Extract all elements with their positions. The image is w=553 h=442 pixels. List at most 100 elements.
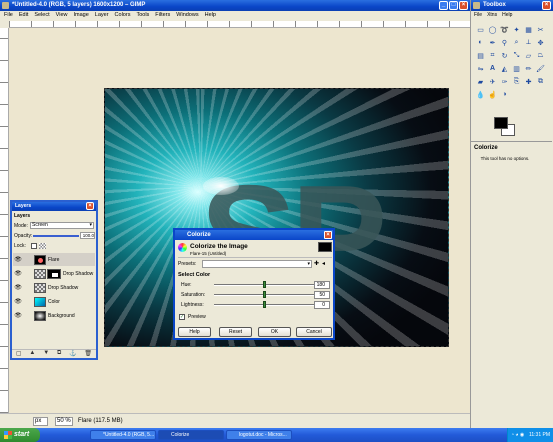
color-picker-tool-icon[interactable]: ⚲: [499, 37, 510, 48]
fuzzy-select-tool-icon[interactable]: ✦: [511, 24, 522, 35]
start-button[interactable]: start: [0, 428, 40, 442]
cancel-button[interactable]: Cancel: [296, 327, 332, 337]
bucket-fill-tool-icon[interactable]: ◭: [499, 63, 510, 74]
ink-tool-icon[interactable]: ✑: [499, 76, 510, 87]
opacity-slider[interactable]: [33, 235, 79, 237]
layer-row[interactable]: 👁 Color: [13, 295, 95, 308]
menu-select[interactable]: Select: [34, 11, 49, 20]
airbrush-tool-icon[interactable]: ✈: [487, 76, 498, 87]
hue-slider[interactable]: [214, 281, 314, 288]
visibility-eye-icon[interactable]: 👁: [13, 312, 23, 319]
mode-select[interactable]: Screen ▾: [30, 222, 94, 229]
visibility-eye-icon[interactable]: 👁: [13, 270, 23, 277]
layer-row[interactable]: 👁 Drop Shadow: [13, 281, 95, 294]
saturation-slider[interactable]: [214, 291, 314, 298]
color-select-tool-icon[interactable]: ▦: [523, 24, 534, 35]
preset-menu-icon[interactable]: ◂: [322, 260, 325, 267]
menu-filters[interactable]: Filters: [155, 11, 170, 20]
lightness-slider[interactable]: [214, 301, 314, 308]
close-button[interactable]: ×: [459, 1, 468, 10]
blur-tool-icon[interactable]: 💧: [475, 89, 486, 100]
toolbox-menu-xtns[interactable]: Xtns: [487, 12, 497, 18]
rect-select-tool-icon[interactable]: ▭: [475, 24, 486, 35]
layer-row[interactable]: 👁 Drop Shadow: [13, 267, 95, 280]
preview-checkbox[interactable]: ✓: [179, 314, 185, 320]
dodge-burn-tool-icon[interactable]: ◑: [499, 89, 510, 100]
menu-layer[interactable]: Layer: [95, 11, 109, 20]
new-layer-icon[interactable]: ▢: [16, 350, 22, 358]
lightness-slider-handle[interactable]: [262, 301, 266, 308]
colorize-close-button[interactable]: ×: [324, 231, 332, 239]
minimize-button[interactable]: _: [439, 1, 448, 10]
menu-view[interactable]: View: [56, 11, 68, 20]
ellipse-select-tool-icon[interactable]: ◯: [487, 24, 498, 35]
scale-tool-icon[interactable]: ⤡: [511, 50, 522, 61]
tray-icons[interactable]: ◔ ◕ ◉: [511, 428, 524, 442]
clone-tool-icon[interactable]: ⎘: [511, 76, 522, 87]
smudge-tool-icon[interactable]: ☝: [487, 89, 498, 100]
taskbar-item-word-doc[interactable]: logotut.doc - Micros...: [226, 430, 292, 440]
menu-colors[interactable]: Colors: [115, 11, 131, 20]
layer-row[interactable]: 👁 Flare: [13, 253, 95, 266]
saturation-slider-handle[interactable]: [262, 291, 266, 298]
layers-close-button[interactable]: ×: [86, 202, 94, 210]
clock[interactable]: 11:31 PM: [529, 432, 550, 438]
raise-layer-icon[interactable]: ▲: [29, 350, 35, 358]
menu-file[interactable]: File: [4, 11, 13, 20]
colorize-title-bar[interactable]: Colorize ×: [175, 230, 333, 240]
add-preset-icon[interactable]: ✚: [314, 260, 319, 267]
menu-edit[interactable]: Edit: [19, 11, 28, 20]
layer-row[interactable]: 👁 Background: [13, 309, 95, 322]
unit-select[interactable]: px: [33, 417, 48, 426]
zoom-select[interactable]: 50 %: [55, 417, 73, 426]
reset-button[interactable]: Reset: [219, 327, 252, 337]
opacity-field[interactable]: 100.0: [80, 232, 95, 239]
align-tool-icon[interactable]: ▤: [475, 50, 486, 61]
layers-title-bar[interactable]: Layers ×: [12, 202, 96, 211]
taskbar-item-colorize[interactable]: Colorize: [158, 430, 224, 440]
move-tool-icon[interactable]: ✥: [535, 37, 546, 48]
anchor-layer-icon[interactable]: ⚓: [69, 350, 76, 358]
foreground-select-tool-icon[interactable]: ◐: [475, 37, 486, 48]
lightness-spinbox[interactable]: 0: [314, 301, 330, 309]
scissors-tool-icon[interactable]: ✂: [535, 24, 546, 35]
paths-tool-icon[interactable]: ✒: [487, 37, 498, 48]
text-tool-icon[interactable]: A: [487, 63, 498, 74]
free-select-tool-icon[interactable]: ➰: [499, 24, 510, 35]
lock-alpha-checkbox[interactable]: [31, 243, 37, 249]
menu-windows[interactable]: Windows: [176, 11, 198, 20]
help-button[interactable]: Help: [178, 327, 211, 337]
menu-help[interactable]: Help: [205, 11, 216, 20]
perspective-clone-tool-icon[interactable]: ⧉: [535, 76, 546, 87]
shear-tool-icon[interactable]: ▱: [523, 50, 534, 61]
maximize-button[interactable]: □: [449, 1, 458, 10]
paintbrush-tool-icon[interactable]: 🖌: [535, 63, 546, 74]
heal-tool-icon[interactable]: ✚: [523, 76, 534, 87]
visibility-eye-icon[interactable]: 👁: [13, 256, 23, 263]
hue-slider-handle[interactable]: [262, 281, 266, 288]
presets-select[interactable]: ▾: [202, 260, 312, 268]
visibility-eye-icon[interactable]: 👁: [13, 284, 23, 291]
measure-tool-icon[interactable]: ⟂: [523, 37, 534, 48]
saturation-spinbox[interactable]: 50: [314, 291, 330, 299]
horizontal-ruler[interactable]: [9, 21, 470, 28]
main-title-bar[interactable]: *Untitled-4.0 (RGB, 5 layers) 1600x1200 …: [0, 0, 470, 11]
menu-image[interactable]: Image: [73, 11, 88, 20]
ok-button[interactable]: OK: [258, 327, 291, 337]
crop-tool-icon[interactable]: ⌗: [487, 50, 498, 61]
toolbox-menu-file[interactable]: File: [474, 12, 482, 18]
hue-spinbox[interactable]: 180: [314, 281, 330, 289]
flip-tool-icon[interactable]: ⇋: [475, 63, 486, 74]
delete-layer-icon[interactable]: 🗑: [84, 350, 92, 358]
eraser-tool-icon[interactable]: ▰: [475, 76, 486, 87]
foreground-color-swatch[interactable]: [494, 117, 508, 129]
toolbox-menu-help[interactable]: Help: [502, 12, 512, 18]
taskbar-item-gimp-image[interactable]: *Untitled-4.0 (RGB, 5...: [90, 430, 156, 440]
toolbox-close-button[interactable]: ×: [542, 1, 551, 10]
toolbox-title-bar[interactable]: Toolbox ×: [471, 0, 553, 11]
lower-layer-icon[interactable]: ▼: [43, 350, 49, 358]
rotate-tool-icon[interactable]: ↻: [499, 50, 510, 61]
visibility-eye-icon[interactable]: 👁: [13, 298, 23, 305]
zoom-tool-icon[interactable]: ⌕: [511, 37, 522, 48]
pencil-tool-icon[interactable]: ✏: [523, 63, 534, 74]
